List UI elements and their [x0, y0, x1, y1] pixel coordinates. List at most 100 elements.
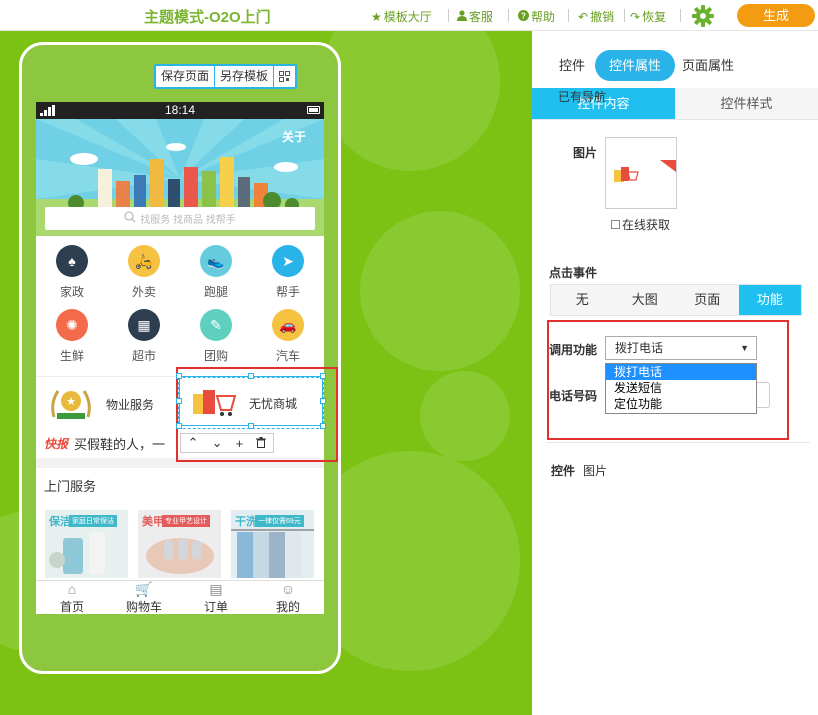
tab-cart[interactable]: 🛒 购物车	[108, 581, 180, 614]
search-icon	[124, 211, 136, 226]
app-title: 主题模式-O2O上门	[144, 9, 271, 26]
divider	[568, 9, 569, 22]
tag-icon: ✎	[200, 309, 232, 341]
phone-number-label: 电话号码	[549, 389, 598, 403]
generate-button[interactable]: 生成	[737, 4, 815, 27]
redo-icon: ↷	[630, 9, 641, 24]
customer-service-button[interactable]: 客服	[457, 8, 493, 25]
bg-bubble	[360, 211, 520, 371]
breadcrumb: 控件 图片	[551, 464, 608, 478]
tab-home[interactable]: ⌂ 首页	[36, 581, 108, 614]
plane-icon: ➤	[272, 245, 304, 277]
resize-handle[interactable]	[320, 423, 326, 429]
qr-icon[interactable]	[274, 66, 295, 87]
option-call[interactable]: 拨打电话	[606, 364, 756, 380]
help-button[interactable]: ? 帮助	[518, 8, 555, 25]
svg-text:★: ★	[66, 395, 76, 408]
tab-widgets[interactable]: 控件	[559, 50, 585, 81]
top-toolbar: 主题模式-O2O上门 ★ 模板大厅 客服 ? 帮助 ↶ 撤销 ↷ 恢复 生成	[0, 0, 818, 31]
resize-handle[interactable]	[320, 398, 326, 404]
add-icon[interactable]: +	[236, 436, 244, 451]
checkbox[interactable]	[611, 220, 620, 229]
resize-handle[interactable]	[176, 423, 182, 429]
option-sms[interactable]: 发送短信	[606, 380, 756, 396]
resize-handle[interactable]	[176, 373, 182, 379]
service-card-cleaning[interactable]: 保洁 家庭日常保洁	[45, 510, 128, 578]
grid-item-errand[interactable]: 👟 跑腿	[180, 245, 252, 309]
grid-item-car[interactable]: 🚗 汽车	[252, 309, 324, 373]
phone-screen: 18:14 关于 找服务 找商品 找帮手 ♠ 家政 🛵 外卖 👟 跑腿 ➤ 帮手…	[36, 102, 324, 614]
divider	[546, 442, 810, 443]
tab-widget-properties[interactable]: 控件属性	[595, 50, 676, 81]
click-event-tabs: 无 大图 页面 功能	[550, 284, 802, 316]
gear-icon[interactable]	[692, 5, 714, 27]
grid-item-takeout[interactable]: 🛵 外卖	[108, 245, 180, 309]
template-hall-button[interactable]: ★ 模板大厅	[371, 8, 432, 25]
banner-image: 关于 找服务 找商品 找帮手	[36, 119, 324, 236]
function-select[interactable]: 拨打电话 ▼	[605, 336, 757, 360]
move-up-icon[interactable]: ⌃	[188, 435, 199, 451]
badge-icon: ★	[48, 383, 94, 426]
battery-icon	[307, 106, 320, 114]
undo-icon: ↶	[578, 9, 589, 24]
status-time: 18:14	[164, 103, 196, 117]
function-options-list: 拨打电话 发送短信 定位功能	[605, 363, 757, 414]
grid-item-groupbuy[interactable]: ✎ 团购	[180, 309, 252, 373]
undo-button[interactable]: ↶ 撤销	[578, 8, 614, 25]
resize-handle[interactable]	[248, 423, 254, 429]
option-locate[interactable]: 定位功能	[606, 396, 756, 412]
phone-toolbar: 保存页面 另存模板	[154, 64, 298, 89]
tab-orders[interactable]: ▤ 订单	[180, 581, 252, 614]
save-page-button[interactable]: 保存页面	[156, 66, 216, 87]
divider	[448, 9, 449, 22]
service-card-manicure[interactable]: 美甲 专业甲艺设计	[138, 510, 221, 578]
event-tab-large-image[interactable]: 大图	[614, 285, 677, 315]
tab-page-properties[interactable]: 页面属性	[682, 50, 734, 81]
scooter-icon: 🛵	[128, 245, 160, 277]
grid-item-helper[interactable]: ➤ 帮手	[252, 245, 324, 309]
click-event-label: 点击事件	[549, 266, 598, 280]
news-text: 买假鞋的人，一	[74, 436, 166, 452]
bottom-tab-bar: ⌂ 首页 🛒 购物车 ▤ 订单 ☺ 我的	[36, 580, 324, 614]
user-icon	[457, 9, 467, 24]
event-tab-page[interactable]: 页面	[676, 285, 739, 315]
properties-panel: 控件 控件属性 页面属性 控件内容 控件样式 已有导航 图片 在线获取 点击事件…	[532, 41, 818, 715]
bg-bubble	[420, 371, 510, 461]
phone-number-input[interactable]	[757, 382, 770, 408]
grid-item-housekeeping[interactable]: ♠ 家政	[36, 245, 108, 309]
event-tab-none[interactable]: 无	[551, 285, 614, 315]
search-input[interactable]: 找服务 找商品 找帮手	[45, 207, 315, 230]
store-icon: ▦	[128, 309, 160, 341]
redo-button[interactable]: ↷ 恢复	[630, 8, 666, 25]
grid-item-fresh[interactable]: ✺ 生鲜	[36, 309, 108, 373]
category-grid: ♠ 家政 🛵 外卖 👟 跑腿 ➤ 帮手 ✺ 生鲜 ▦ 超市 ✎ 团购 🚗 汽车	[36, 236, 324, 373]
section-title: 上门服务	[44, 479, 97, 494]
order-icon: ▤	[209, 581, 223, 597]
about-link[interactable]: 关于	[282, 128, 306, 145]
selected-widget-outline[interactable]	[176, 373, 326, 429]
suit-icon: ♠	[56, 245, 88, 277]
tab-profile[interactable]: ☺ 我的	[252, 581, 324, 614]
property-service-item[interactable]: ★ 物业服务	[48, 383, 154, 426]
profile-icon: ☺	[280, 581, 296, 597]
image-label: 图片	[573, 146, 598, 160]
resize-handle[interactable]	[320, 373, 326, 379]
orange-icon: ✺	[56, 309, 88, 341]
divider	[624, 9, 625, 22]
status-bar: 18:14	[36, 102, 324, 119]
service-card-drycleaning[interactable]: 干洗 一律仅需69元	[231, 510, 314, 578]
svg-text:?: ?	[521, 11, 526, 20]
resize-handle[interactable]	[248, 373, 254, 379]
online-fetch-checkbox[interactable]: 在线获取	[611, 216, 670, 233]
search-placeholder: 找服务 找商品 找帮手	[140, 215, 236, 226]
move-down-icon[interactable]: ⌄	[212, 435, 223, 451]
image-upload-box[interactable]	[605, 137, 677, 209]
resize-handle[interactable]	[176, 398, 182, 404]
grid-item-supermarket[interactable]: ▦ 超市	[108, 309, 180, 373]
function-label: 调用功能	[549, 343, 598, 357]
help-icon: ?	[518, 9, 529, 24]
delete-icon[interactable]	[256, 436, 267, 451]
event-tab-function[interactable]: 功能	[738, 285, 801, 315]
save-as-template-button[interactable]: 另存模板	[215, 66, 275, 87]
tab-widget-style[interactable]: 控件样式	[675, 88, 818, 119]
